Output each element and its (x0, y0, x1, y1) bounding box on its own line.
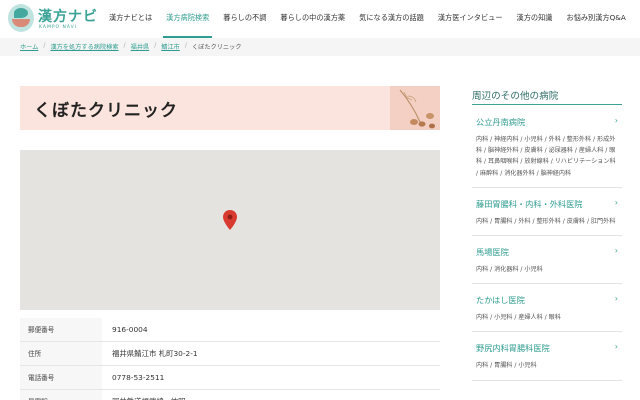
logo-title: 漢方ナビ (38, 9, 98, 25)
logo-subtitle: KAMPO NAVI (39, 25, 78, 30)
clinic-title-banner: くぼたクリニック (20, 86, 440, 130)
hospital-name[interactable]: たかはし医院 (476, 294, 618, 306)
logo-icon (8, 4, 34, 32)
breadcrumb-separator: / (184, 42, 187, 49)
nav-item-knowledge[interactable]: 漢方の知識 (510, 0, 560, 38)
station-value: 冨井鉄道福武線 · 神明 (102, 390, 186, 400)
chevron-right-icon[interactable]: › (615, 342, 618, 351)
hospital-departments: 内科 / 神経内科 / 小児科 / 外科 / 整形外科 / 形成外科 / 脳神経… (476, 136, 616, 177)
nav-item-hospital-search[interactable]: 漢方病院検索 (159, 0, 216, 38)
breadcrumb-separator: / (154, 42, 157, 49)
hospital-departments: 内科 / 胃腸科 / 外科 / 整形外科 / 皮膚科 / 肛門外科 (476, 217, 616, 225)
nearby-hospital-item[interactable]: たかはし医院 › 内科 / 小児科 / 産婦人科 / 眼科 (472, 284, 622, 333)
postal-code-label: 郵便番号 (20, 318, 102, 341)
map-pin-icon[interactable] (223, 210, 237, 230)
nav-item-interviews[interactable]: 漢方医インタビュー (431, 0, 510, 38)
info-row-station: 最寄駅 冨井鉄道福武線 · 神明 (20, 390, 440, 400)
hospital-departments: 内科 / 消化器科 / 小児科 (476, 266, 543, 274)
nearby-hospitals-list: 公立丹南病院 › 内科 / 神経内科 / 小児科 / 外科 / 整形外科 / 形… (472, 106, 622, 381)
nearby-hospitals-heading: 周辺のその他の病院 (472, 91, 559, 102)
nearby-hospital-item[interactable]: 野尻内科胃腸科医院 › 内科 / 胃腸科 / 小児科 (472, 332, 622, 381)
info-row-postal: 郵便番号 916-0004 (20, 318, 440, 342)
nav-item-daily-ailments[interactable]: 暮らしの不調 (216, 0, 273, 38)
phone-label: 電話番号 (20, 366, 102, 389)
hospital-departments: 内科 / 小児科 / 産婦人科 / 眼科 (476, 314, 561, 322)
breadcrumb-search[interactable]: 漢方を処方する病院検索 (50, 42, 118, 51)
breadcrumb: ホーム / 漢方を処方する病院検索 / 福井県 / 鯖江市 / くぼたクリニック (0, 38, 640, 56)
nav-item-qa[interactable]: お悩み別漢方Q&A (559, 0, 632, 38)
chevron-right-icon[interactable]: › (615, 294, 618, 303)
nearby-hospital-item[interactable]: 馬場医院 › 内科 / 消化器科 / 小児科 (472, 236, 622, 285)
hospital-name[interactable]: 馬場医院 (476, 246, 618, 258)
nearby-hospital-item[interactable]: 公立丹南病院 › 内科 / 神経内科 / 小児科 / 外科 / 整形外科 / 形… (472, 106, 622, 188)
heading-divider (472, 104, 622, 105)
postal-code-value: 916-0004 (112, 325, 148, 334)
herb-decoration (390, 86, 440, 130)
site-header: 漢方ナビ KAMPO NAVI 漢方ナビとは 漢方病院検索 暮らしの不調 暮らし… (0, 0, 640, 38)
nav-item-kampo-in-life[interactable]: 暮らしの中の漢方薬 (273, 0, 352, 38)
page-title: くぼたクリニック (34, 101, 178, 121)
info-row-address: 住所 福井県鯖江市 札町30-2-1 (20, 342, 440, 366)
nav-item-topics[interactable]: 気になる漢方の話題 (352, 0, 431, 38)
phone-value[interactable]: 0778-53-2511 (102, 366, 164, 389)
site-logo[interactable]: 漢方ナビ KAMPO NAVI (8, 4, 100, 34)
hospital-name[interactable]: 野尻内科胃腸科医院 (476, 342, 618, 354)
chevron-right-icon[interactable]: › (615, 198, 618, 207)
breadcrumb-current: くぼたクリニック (191, 44, 242, 51)
hospital-departments: 内科 / 胃腸科 / 小児科 (476, 362, 537, 370)
chevron-right-icon[interactable]: › (615, 246, 618, 255)
info-row-phone: 電話番号 0778-53-2511 (20, 366, 440, 390)
chevron-right-icon[interactable]: › (615, 116, 618, 125)
breadcrumb-separator: / (123, 42, 126, 49)
breadcrumb-separator: / (43, 42, 46, 49)
clinic-info-table: 郵便番号 916-0004 住所 福井県鯖江市 札町30-2-1 電話番号 07… (20, 318, 440, 400)
breadcrumb-home[interactable]: ホーム (20, 42, 38, 51)
hospital-name[interactable]: 藤田胃腸科・内科・外科医院 (476, 198, 618, 210)
nav-item-about[interactable]: 漢方ナビとは (102, 0, 159, 38)
hospital-name[interactable]: 公立丹南病院 (476, 116, 618, 128)
main-nav: 漢方ナビとは 漢方病院検索 暮らしの不調 暮らしの中の漢方薬 気になる漢方の話題… (102, 0, 633, 38)
nearby-hospital-item[interactable]: 藤田胃腸科・内科・外科医院 › 内科 / 胃腸科 / 外科 / 整形外科 / 皮… (472, 188, 622, 237)
station-label: 最寄駅 (20, 390, 102, 400)
address-label: 住所 (20, 342, 102, 365)
breadcrumb-city[interactable]: 鯖江市 (161, 42, 180, 51)
breadcrumb-prefecture[interactable]: 福井県 (131, 42, 150, 51)
address-value: 福井県鯖江市 札町30-2-1 (112, 349, 198, 358)
